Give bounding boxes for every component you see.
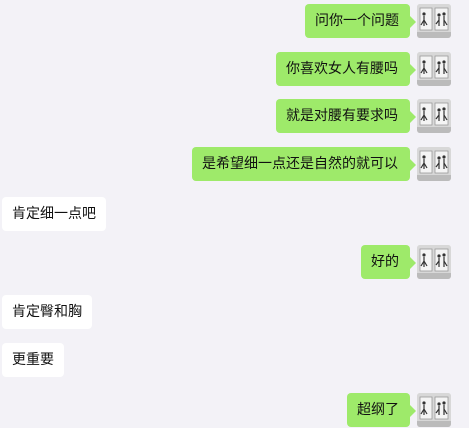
message-bubble-outgoing[interactable]: 问你一个问题: [305, 4, 416, 38]
message-bubble-outgoing[interactable]: 好的: [361, 245, 416, 279]
message-bubble-incoming[interactable]: 更重要: [2, 343, 64, 377]
message-bubble-outgoing[interactable]: 超纲了: [347, 393, 416, 427]
figures-photo-icon: [417, 52, 451, 86]
figures-photo-icon: [417, 99, 451, 133]
avatar[interactable]: [417, 393, 451, 427]
avatar[interactable]: [417, 4, 451, 38]
message-bubble-outgoing[interactable]: 就是对腰有要求吗: [276, 99, 416, 133]
message-row: 就是对腰有要求吗: [0, 99, 469, 133]
message-row: 好的: [0, 245, 469, 279]
message-row: 是希望细一点还是自然的就可以: [0, 147, 469, 181]
message-row: 你喜欢女人有腰吗: [0, 52, 469, 86]
message-row: 肯定细一点吧: [0, 197, 469, 231]
avatar[interactable]: [417, 147, 451, 181]
figures-photo-icon: [417, 245, 451, 279]
message-bubble-outgoing[interactable]: 你喜欢女人有腰吗: [276, 52, 416, 86]
figures-photo-icon: [417, 147, 451, 181]
avatar[interactable]: [417, 52, 451, 86]
message-bubble-outgoing[interactable]: 是希望细一点还是自然的就可以: [192, 147, 416, 181]
avatar[interactable]: [417, 99, 451, 133]
figures-photo-icon: [417, 393, 451, 427]
message-row: 肯定臀和胸: [0, 295, 469, 329]
message-row: 更重要: [0, 343, 469, 377]
message-row: 问你一个问题: [0, 4, 469, 38]
message-row: 超纲了: [0, 393, 469, 427]
figures-photo-icon: [417, 4, 451, 38]
avatar[interactable]: [417, 245, 451, 279]
message-bubble-incoming[interactable]: 肯定臀和胸: [2, 295, 92, 329]
message-bubble-incoming[interactable]: 肯定细一点吧: [2, 197, 106, 231]
